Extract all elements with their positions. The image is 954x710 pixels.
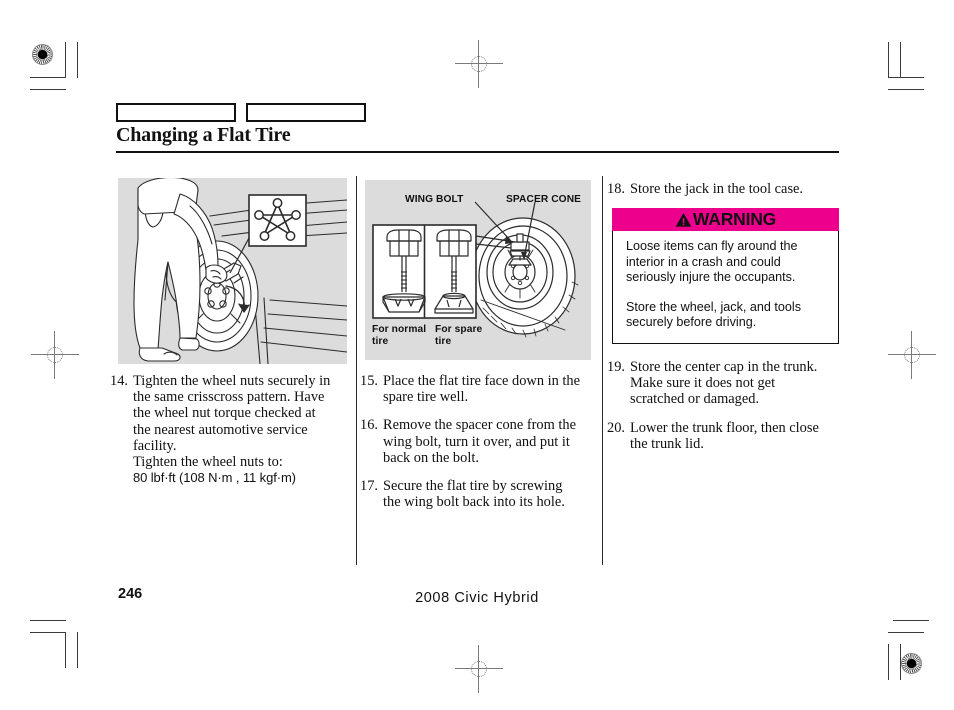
warning-label: WARNING: [692, 209, 777, 229]
header-tab-2: [246, 103, 366, 122]
for-spare-tire-label: For spare tire: [435, 324, 483, 347]
step-16-number: 16.: [360, 417, 378, 434]
step-19-body: Store the center cap in the trunk. Make …: [630, 359, 845, 408]
step-14-line-4: the nearest automotive service: [133, 421, 308, 438]
middle-column-steps: 15. Place the flat tire face down in the…: [360, 373, 598, 510]
warning-triangle-icon: [675, 212, 692, 228]
warning-box: WARNING Loose items can fly around the i…: [612, 208, 839, 344]
step-20-line-2: the trunk lid.: [630, 435, 704, 452]
step-20: 20. Lower the trunk floor, then close th…: [607, 420, 845, 452]
warning-body: Loose items can fly around the interior …: [612, 231, 839, 344]
step-19-line-2: Make sure it does not get: [630, 375, 776, 392]
column-divider-1: [356, 176, 357, 565]
step-16: 16. Remove the spacer cone from the wing…: [360, 417, 598, 466]
step-14-body: Tighten the wheel nuts securely in the s…: [133, 373, 348, 486]
step-15-line-2: spare tire well.: [383, 389, 469, 406]
step-14-line-3: the wheel nut torque checked at: [133, 405, 316, 422]
registration-target-top-left: [32, 44, 53, 65]
registration-target-bottom-right: [901, 653, 922, 674]
step-15-body: Place the flat tire face down in the spa…: [383, 373, 598, 405]
wing-bolt-label: WING BOLT: [405, 194, 464, 205]
step-14-line-1: Tighten the wheel nuts securely in: [133, 373, 331, 389]
wing-bolt-spacer-cone-illustration: WING BOLT SPACER CONE For normal tire Fo…: [365, 180, 591, 360]
step-19-number: 19.: [607, 359, 625, 375]
crisscross-pattern-inset: [248, 194, 307, 247]
for-normal-tire-label: For normal tire: [372, 324, 427, 347]
step-17-line-1: Secure the flat tire by screwing: [383, 478, 563, 495]
registration-crosshair-left: [31, 331, 79, 379]
step-16-line-1: Remove the spacer cone from the: [383, 417, 576, 434]
step-18: 18. Store the jack in the tool case.: [607, 181, 845, 197]
step-15-line-1: Place the flat tire face down in the: [383, 373, 580, 389]
warning-paragraph-1: Loose items can fly around the interior …: [626, 239, 798, 284]
step-19-line-3: scratched or damaged.: [630, 391, 760, 408]
tightening-wheel-nuts-illustration: [118, 178, 347, 364]
step-17-number: 17.: [360, 478, 378, 495]
step-14-line-6: Tighten the wheel nuts to:: [133, 454, 283, 471]
step-18-line-1: Store the jack in the tool case.: [630, 181, 804, 197]
title-rule: [116, 151, 839, 153]
step-20-body: Lower the trunk floor, then close the tr…: [630, 420, 845, 452]
step-17: 17. Secure the flat tire by screwing the…: [360, 478, 598, 510]
step-14: 14. Tighten the wheel nuts securely in t…: [110, 373, 348, 486]
page-title: Changing a Flat Tire: [116, 124, 291, 146]
warning-header: WARNING: [612, 208, 839, 231]
right-column-steps-bottom: 19. Store the center cap in the trunk. M…: [607, 359, 845, 452]
step-16-line-2: wing bolt, turn it over, and put it: [383, 433, 570, 450]
right-column-steps-top: 18. Store the jack in the tool case.: [607, 181, 845, 197]
step-16-line-3: back on the bolt.: [383, 449, 479, 466]
step-14-number: 14.: [110, 373, 128, 389]
step-16-body: Remove the spacer cone from the wing bol…: [383, 417, 598, 466]
registration-crosshair-bottom: [455, 645, 503, 693]
registration-crosshair-top: [455, 40, 503, 88]
step-20-number: 20.: [607, 419, 625, 436]
header-tab-1: [116, 103, 236, 122]
left-column-steps: 14. Tighten the wheel nuts securely in t…: [110, 373, 348, 486]
step-15-number: 15.: [360, 373, 378, 389]
step-14-line-2: the same crisscross pattern. Have: [133, 389, 325, 406]
step-18-body: Store the jack in the tool case.: [630, 181, 845, 197]
manual-page: Changing a Flat Tire 14. Tighten the whe…: [0, 0, 954, 710]
column-divider-2: [602, 176, 603, 565]
model-line: 2008 Civic Hybrid: [415, 590, 539, 606]
step-15: 15. Place the flat tire face down in the…: [360, 373, 598, 405]
step-19-line-1: Store the center cap in the trunk.: [630, 359, 818, 375]
registration-crosshair-right: [888, 331, 936, 379]
step-17-line-2: the wing bolt back into its hole.: [383, 494, 565, 511]
torque-spec-value: 80 lbf·ft (108 N·m , 11 kgf·m): [133, 470, 296, 486]
step-19: 19. Store the center cap in the trunk. M…: [607, 359, 845, 408]
step-20-line-1: Lower the trunk floor, then close: [630, 419, 819, 436]
step-14-line-5: facility.: [133, 437, 177, 454]
spacer-cone-label: SPACER CONE: [506, 194, 582, 205]
step-18-number: 18.: [607, 181, 625, 197]
warning-paragraph-2: Store the wheel, jack, and tools securel…: [626, 299, 802, 330]
step-17-body: Secure the flat tire by screwing the win…: [383, 478, 598, 510]
